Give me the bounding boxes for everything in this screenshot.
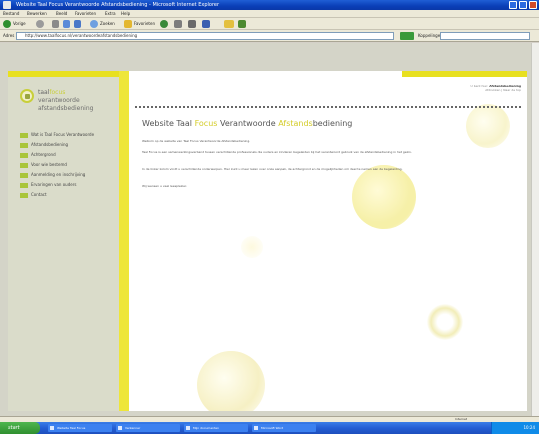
sidebar-top-accent bbox=[8, 71, 119, 77]
sidebar-item-achtergrond[interactable]: Achtergrond bbox=[20, 151, 116, 160]
taskbar-item[interactable]: Microsoft Word bbox=[252, 424, 316, 432]
forward-icon[interactable] bbox=[36, 20, 44, 28]
taskbar-item[interactable]: Verkenner bbox=[116, 424, 180, 432]
address-input[interactable]: http://www.taalfocus.nl/verantwoordeafst… bbox=[16, 32, 394, 40]
dotted-divider bbox=[135, 106, 521, 108]
nav-bullet-icon bbox=[20, 133, 28, 138]
column-divider bbox=[119, 71, 129, 411]
sidebar-item-label: Ervaringen van ouders bbox=[31, 182, 77, 187]
close-button[interactable] bbox=[529, 1, 537, 9]
ie-icon bbox=[3, 1, 11, 9]
sidebar-item-label: Achtergrond bbox=[31, 152, 56, 157]
logo-mark-icon bbox=[20, 89, 34, 103]
sidebar-item-contact[interactable]: Contact bbox=[20, 191, 116, 200]
menu-bar: Bestand Bewerken Beeld Favorieten Extra … bbox=[0, 10, 539, 18]
logo-line-3: afstandsbediening bbox=[38, 105, 94, 112]
print-icon[interactable] bbox=[188, 20, 196, 28]
history-icon[interactable] bbox=[160, 20, 168, 28]
edit-icon[interactable] bbox=[202, 20, 210, 28]
window-title-bar: Website Taal Focus Verantwoorde Afstands… bbox=[0, 0, 539, 10]
utility-links[interactable]: Afdrukken | Naar de top bbox=[485, 88, 521, 92]
menu-file[interactable]: Bestand bbox=[3, 11, 19, 17]
body-paragraph: In de linker kolom vindt u verschillende… bbox=[142, 167, 403, 171]
sidebar-item-label: Contact bbox=[31, 192, 47, 197]
main-top-accent bbox=[402, 71, 527, 77]
address-bar: Adres http://www.taalfocus.nl/verantwoor… bbox=[0, 30, 539, 42]
favorites-icon[interactable] bbox=[124, 20, 132, 28]
taskbar-item[interactable]: Website Taal Focus bbox=[48, 424, 112, 432]
menu-favorites[interactable]: Favorieten bbox=[75, 11, 96, 17]
sidebar-item-ervaringen[interactable]: Ervaringen van ouders bbox=[20, 181, 116, 190]
minimize-button[interactable] bbox=[509, 1, 517, 9]
site-logo[interactable]: taalfocus verantwoorde afstandsbediening bbox=[20, 87, 112, 119]
sidebar-item-aanmelding[interactable]: Aanmelding en inschrijving bbox=[20, 171, 116, 180]
start-button[interactable]: start bbox=[0, 422, 40, 434]
sidebar-item-wat-is[interactable]: Wat is Taal Focus Verantwoorde bbox=[20, 131, 116, 140]
nav-bullet-icon bbox=[20, 173, 28, 178]
back-icon[interactable] bbox=[3, 20, 11, 28]
vertical-scrollbar[interactable] bbox=[531, 43, 539, 416]
page-title: Website Taal Focus Verantwoorde Afstands… bbox=[142, 119, 353, 128]
sidebar-item-label: Wat is Taal Focus Verantwoorde bbox=[31, 132, 95, 137]
sidebar: taalfocus verantwoorde afstandsbediening… bbox=[8, 71, 119, 411]
links-toolbar[interactable] bbox=[440, 32, 530, 40]
sidebar-item-label: Afstandsbediening bbox=[31, 142, 69, 147]
intro-paragraph: Welkom op de website van Taal Focus Vera… bbox=[142, 139, 251, 143]
decorative-circle bbox=[427, 304, 463, 340]
folder-icon[interactable] bbox=[224, 20, 234, 28]
window-title: Website Taal Focus Verantwoorde Afstands… bbox=[16, 2, 220, 8]
nav-bullet-icon bbox=[20, 183, 28, 188]
website: taalfocus verantwoorde afstandsbediening… bbox=[8, 71, 527, 411]
sidebar-item-label: Aanmelding en inschrijving bbox=[31, 172, 86, 177]
mail-icon[interactable] bbox=[174, 20, 182, 28]
menu-tools[interactable]: Extra bbox=[105, 11, 116, 17]
nav-bullet-icon bbox=[20, 143, 28, 148]
nav-bullet-icon bbox=[20, 153, 28, 158]
body-paragraph: Taal Focus is een samenwerkingsverband t… bbox=[142, 150, 412, 154]
nav-bullet-icon bbox=[20, 163, 28, 168]
menu-view[interactable]: Beeld bbox=[56, 11, 67, 17]
menu-help[interactable]: Help bbox=[121, 11, 130, 17]
sidebar-item-afstandsbediening[interactable]: Afstandsbediening bbox=[20, 141, 116, 150]
menu-edit[interactable]: Bewerken bbox=[27, 11, 47, 17]
maximize-button[interactable] bbox=[519, 1, 527, 9]
nav-bullet-icon bbox=[20, 193, 28, 198]
closing-paragraph: Wij wensen u veel leesplezier. bbox=[142, 184, 187, 188]
logo-line-2: verantwoorde bbox=[38, 97, 80, 104]
refresh-icon[interactable] bbox=[63, 20, 70, 28]
messenger-icon[interactable] bbox=[238, 20, 246, 28]
favorites-label[interactable]: Favorieten bbox=[134, 21, 155, 27]
browser-viewport: taalfocus verantwoorde afstandsbediening… bbox=[0, 43, 539, 416]
sidebar-nav: Wat is Taal Focus Verantwoorde Afstandsb… bbox=[20, 131, 116, 201]
sidebar-item-label: Voor wie bestemd bbox=[31, 162, 67, 167]
decorative-circle bbox=[197, 351, 265, 411]
search-icon[interactable] bbox=[90, 20, 98, 28]
address-label: Adres bbox=[3, 33, 15, 38]
taskbar: start Website Taal Focus Verkenner Mijn … bbox=[0, 422, 539, 434]
search-label[interactable]: Zoeken bbox=[100, 21, 115, 27]
decorative-circle bbox=[241, 236, 263, 258]
main-content: U bent hier: Afstandsbediening Afdrukken… bbox=[129, 71, 527, 411]
back-label[interactable]: Vorige bbox=[13, 21, 26, 27]
home-icon[interactable] bbox=[74, 20, 81, 28]
go-button[interactable] bbox=[400, 32, 414, 40]
system-tray-clock: 10:24 bbox=[491, 422, 539, 434]
decorative-circle bbox=[352, 165, 416, 229]
links-label[interactable]: Koppelingen bbox=[418, 33, 443, 39]
logo-line-1: taalfocus bbox=[38, 89, 66, 96]
sidebar-item-voor-wie[interactable]: Voor wie bestemd bbox=[20, 161, 116, 170]
stop-icon[interactable] bbox=[52, 20, 59, 28]
taskbar-item[interactable]: Mijn documenten bbox=[184, 424, 248, 432]
toolbar: Vorige Zoeken Favorieten bbox=[0, 18, 539, 30]
